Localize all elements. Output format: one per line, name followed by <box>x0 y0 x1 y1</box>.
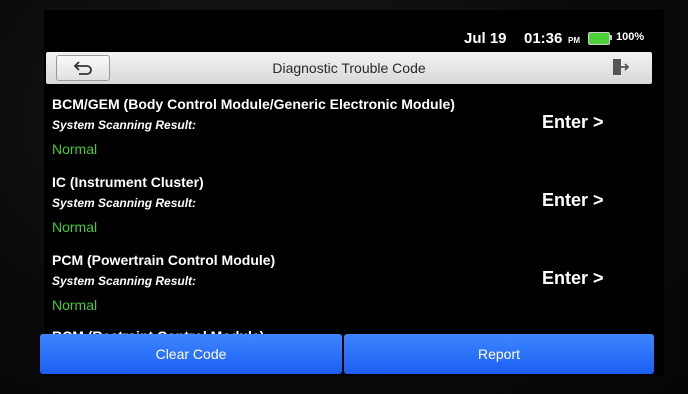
bottom-action-bar: Clear Code Report <box>40 334 654 374</box>
scan-status: Normal <box>52 141 98 157</box>
exit-button[interactable] <box>594 55 644 79</box>
exit-icon <box>613 59 630 75</box>
scan-result-label: System Scanning Result: <box>52 274 197 288</box>
scan-status: Normal <box>52 219 98 235</box>
module-name: BCM/GEM (Body Control Module/Generic Ele… <box>52 96 455 112</box>
page-title: Diagnostic Trouble Code <box>272 60 426 76</box>
device-screen: Jul 19 01:36 PM 100% Diagnostic Trouble … <box>44 10 664 376</box>
status-time: 01:36 <box>524 30 563 47</box>
enter-button[interactable]: Enter > <box>542 190 604 211</box>
title-bar: Diagnostic Trouble Code <box>46 52 652 84</box>
enter-button[interactable]: Enter > <box>542 268 604 289</box>
battery-percent: 100% <box>616 31 645 43</box>
module-name: IC (Instrument Cluster) <box>52 174 204 190</box>
module-item-bcm: BCM/GEM (Body Control Module/Generic Ele… <box>52 96 652 172</box>
module-item-ic: IC (Instrument Cluster) System Scanning … <box>52 174 652 250</box>
status-ampm: PM <box>568 36 580 45</box>
status-date: Jul 19 <box>464 30 507 47</box>
module-item-pcm: PCM (Powertrain Control Module) System S… <box>52 252 652 328</box>
battery-tip <box>610 35 612 40</box>
scan-result-label: System Scanning Result: <box>52 118 197 132</box>
scan-status: Normal <box>52 297 98 313</box>
module-name: PCM (Powertrain Control Module) <box>52 252 276 268</box>
enter-button[interactable]: Enter > <box>542 112 604 133</box>
report-button[interactable]: Report <box>344 334 654 374</box>
scan-result-label: System Scanning Result: <box>52 196 197 210</box>
clear-code-button[interactable]: Clear Code <box>40 334 342 374</box>
status-bar: Jul 19 01:36 PM 100% <box>44 10 664 50</box>
battery-icon <box>588 32 610 45</box>
